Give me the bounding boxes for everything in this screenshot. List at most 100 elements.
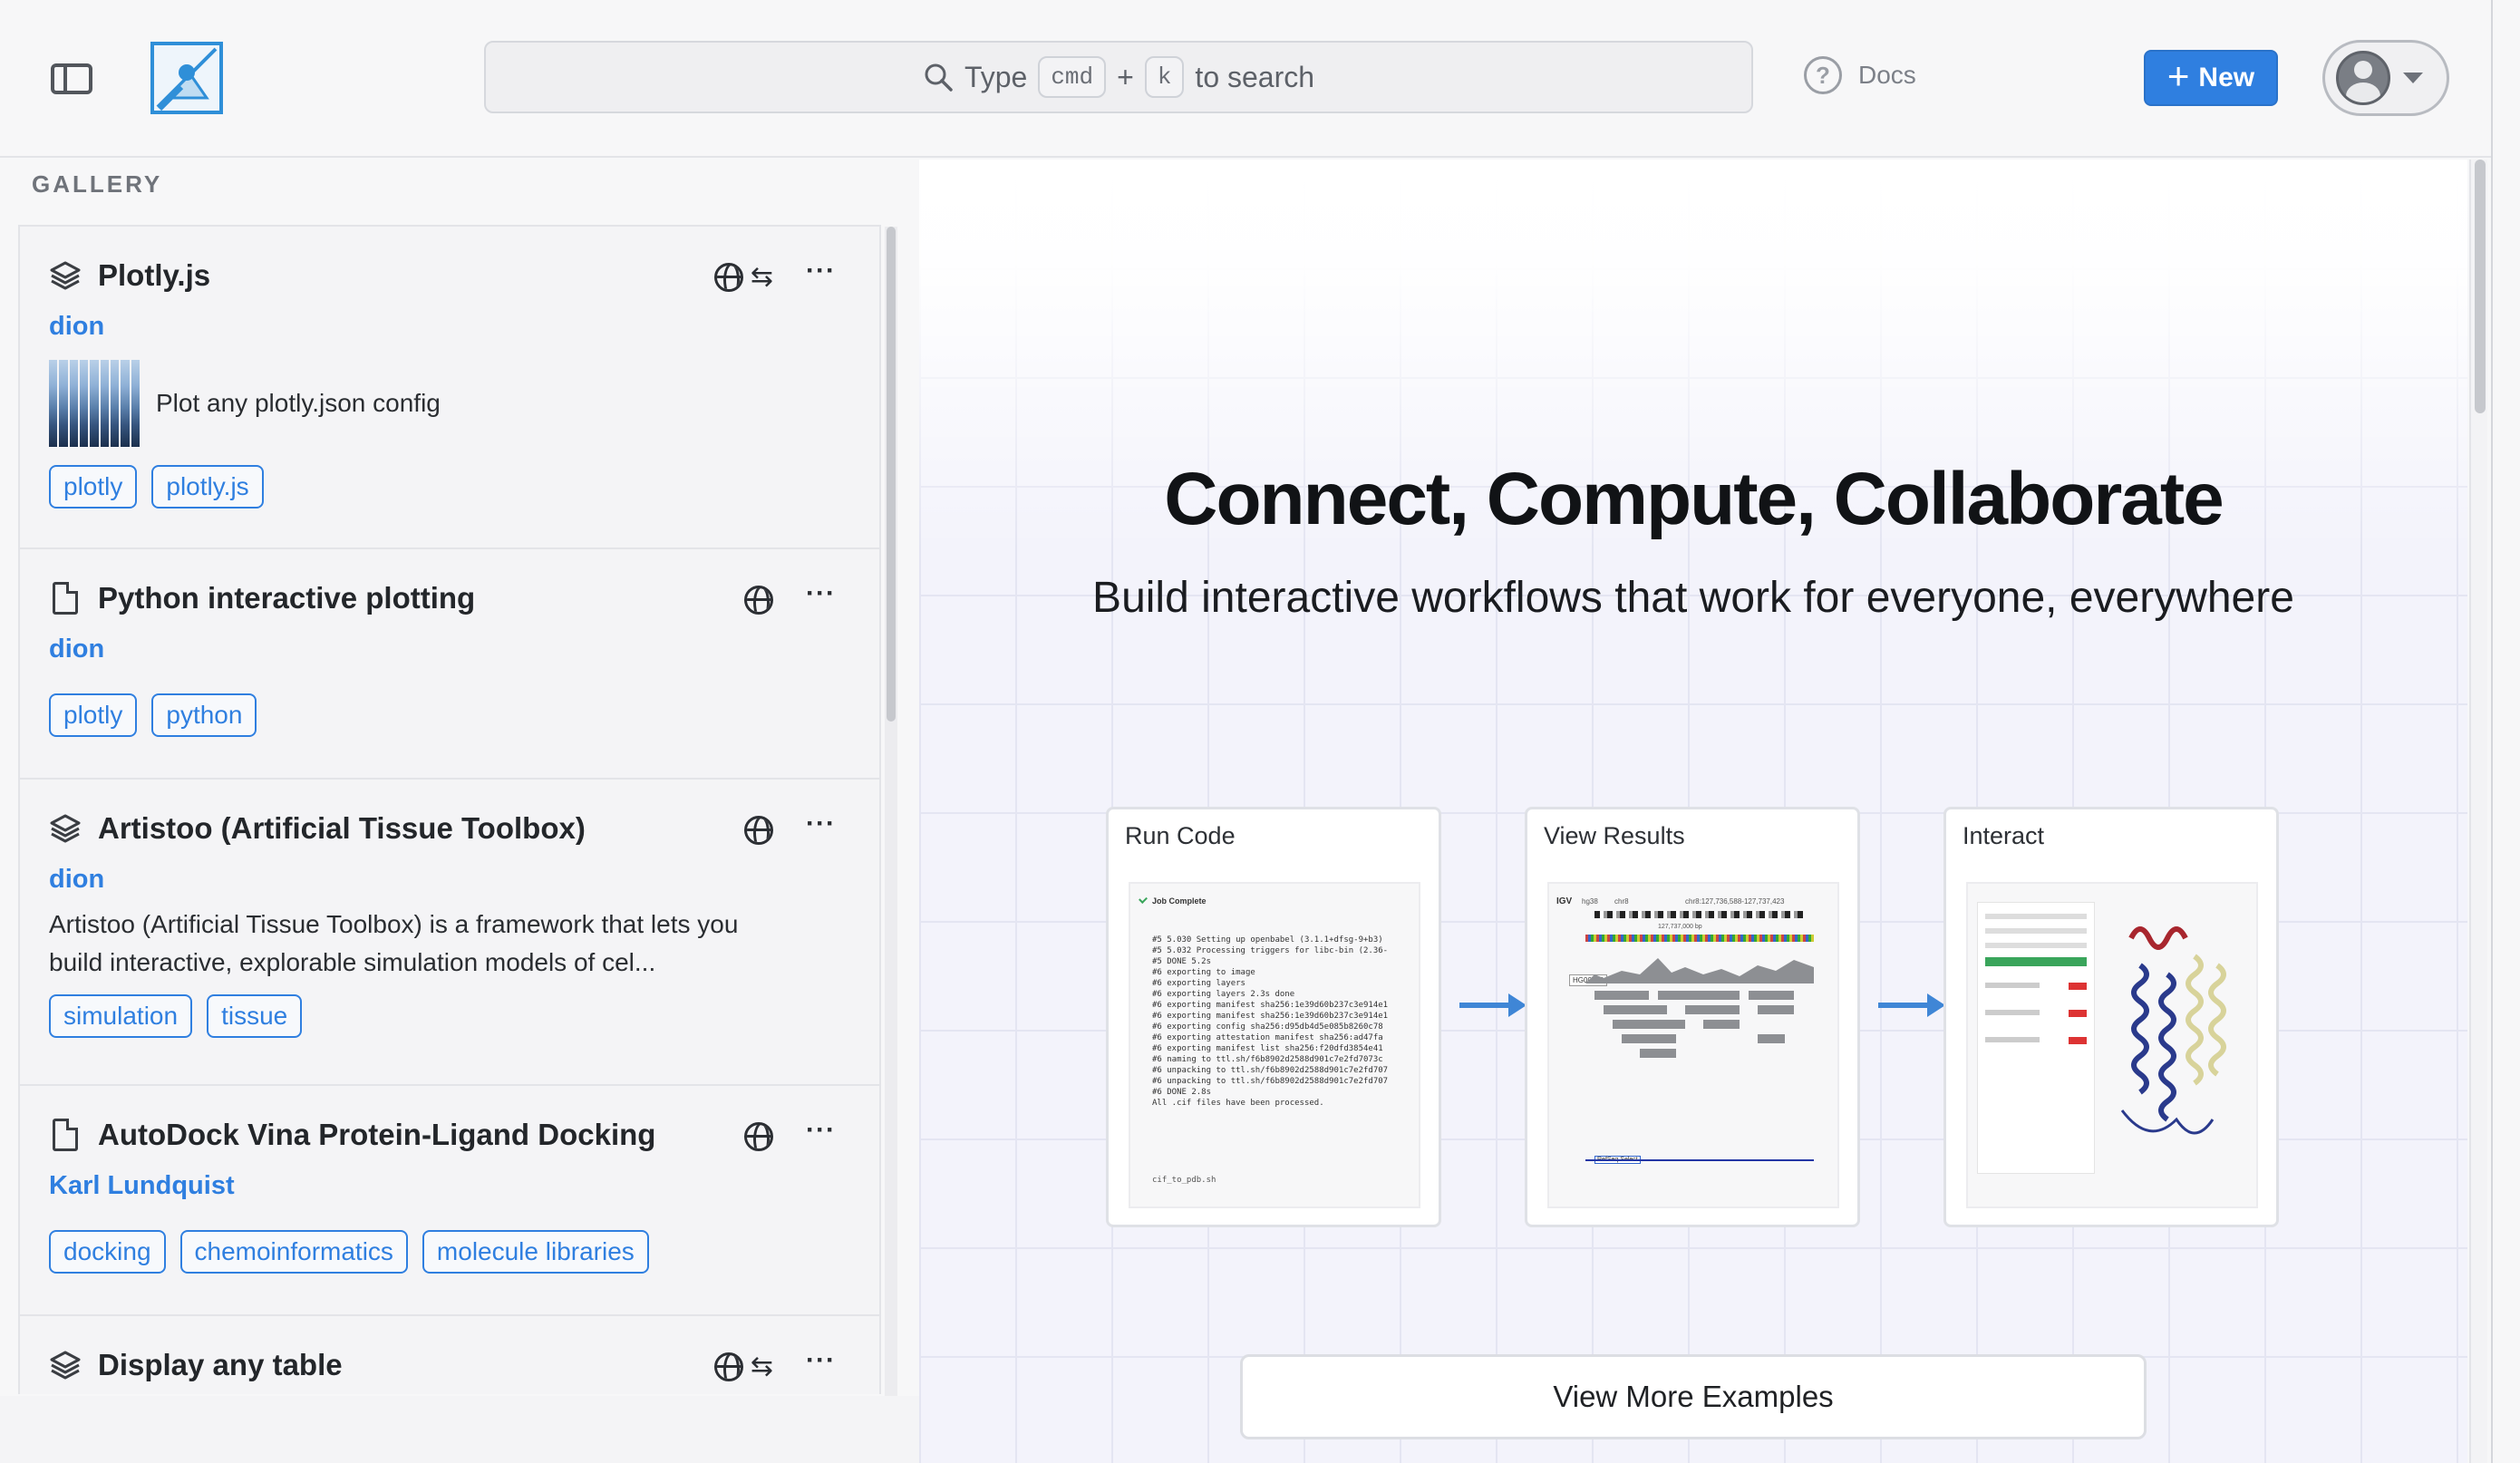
read-bar bbox=[1613, 1020, 1685, 1029]
more-options-icon[interactable]: ··· bbox=[806, 1115, 836, 1146]
account-menu-button[interactable] bbox=[2322, 40, 2449, 116]
avatar-icon bbox=[2336, 51, 2390, 105]
gallery-card-autodock[interactable]: AutoDock Vina Protein-Ligand Docking ···… bbox=[20, 1084, 879, 1314]
step-card-view-results[interactable]: View Results IGV hg38 chr8 chr8:127,736,… bbox=[1525, 807, 1860, 1227]
flow-arrow-icon bbox=[1878, 993, 1945, 1017]
step-card-interact[interactable]: Interact bbox=[1943, 807, 2279, 1227]
globe-icon[interactable] bbox=[744, 586, 774, 615]
gallery-card-artistoo[interactable]: Artistoo (Artificial Tissue Toolbox) ···… bbox=[20, 778, 879, 1084]
tag-chip[interactable]: docking bbox=[49, 1230, 166, 1274]
layers-icon bbox=[50, 814, 81, 843]
console-line: #6 exporting layers 2.3s done bbox=[1152, 990, 1295, 999]
main-scrollbar[interactable] bbox=[2469, 160, 2487, 1463]
card-author-link[interactable]: dion bbox=[49, 865, 850, 895]
read-bar bbox=[1758, 1034, 1785, 1043]
logo-mark-icon bbox=[156, 47, 218, 111]
interact-preview bbox=[1966, 882, 2258, 1208]
search-type-label: Type bbox=[964, 60, 1028, 93]
read-bar bbox=[1685, 1005, 1740, 1014]
more-options-icon[interactable]: ··· bbox=[806, 809, 836, 839]
plus-icon: + bbox=[2166, 54, 2190, 97]
new-button[interactable]: + New bbox=[2144, 50, 2278, 106]
read-bar bbox=[1622, 1034, 1676, 1043]
card-description: Artistoo (Artificial Tissue Toolbox) is … bbox=[49, 910, 739, 976]
gallery-card-plotlyjs[interactable]: Plotly.js ⇆ ··· dion Plot any plotly.jso… bbox=[20, 225, 879, 547]
globe-icon[interactable] bbox=[713, 263, 743, 292]
console-line: All .cif files have been processed. bbox=[1152, 1099, 1324, 1108]
read-bar bbox=[1758, 1005, 1794, 1014]
igv-chrom: chr8 bbox=[1614, 897, 1629, 906]
card-author-link[interactable]: dion bbox=[49, 635, 850, 664]
card-author-link[interactable]: dion bbox=[49, 312, 850, 342]
script-filename: cif_to_pdb.sh bbox=[1152, 1176, 1216, 1185]
search-icon bbox=[925, 63, 953, 92]
search-suffix-label: to search bbox=[1195, 60, 1315, 93]
protein-structure-image bbox=[2120, 926, 2226, 1135]
sidebar-scroll-thumb[interactable] bbox=[887, 227, 896, 722]
console-line: #6 unpacking to ttl.sh/f6b8902d2588d901c… bbox=[1152, 1077, 1389, 1086]
document-icon bbox=[53, 1119, 78, 1151]
tag-chip[interactable]: tissue bbox=[207, 994, 303, 1038]
console-line: #6 exporting attestation manifest sha256… bbox=[1152, 1033, 1383, 1042]
gallery-card-python-plotting[interactable]: Python interactive plotting ··· dion plo… bbox=[20, 547, 879, 778]
tag-chip[interactable]: plotly.js bbox=[151, 465, 264, 509]
tag-chip[interactable]: python bbox=[151, 693, 257, 737]
gallery-card-display-table[interactable]: Display any table ⇆ ··· bbox=[20, 1314, 879, 1394]
more-options-icon[interactable]: ··· bbox=[806, 1345, 836, 1376]
console-line: #6 exporting config sha256:d95db4d5e085b… bbox=[1152, 1022, 1383, 1032]
view-more-examples-button[interactable]: View More Examples bbox=[1240, 1354, 2147, 1439]
main-hero-area: Connect, Compute, Collaborate Build inte… bbox=[919, 160, 2467, 1463]
sequence-track bbox=[1585, 935, 1814, 942]
run-code-preview: Job Complete #5 5.030 Setting up openbab… bbox=[1129, 882, 1420, 1208]
console-line: #6 exporting manifest list sha256:f20dfd… bbox=[1152, 1044, 1383, 1053]
plotly-thumbnail bbox=[49, 360, 140, 447]
app-logo[interactable] bbox=[150, 42, 223, 114]
docs-label: Docs bbox=[1858, 61, 1916, 89]
step-card-run-code[interactable]: Run Code Job Complete #5 5.030 Setting u… bbox=[1106, 807, 1441, 1227]
console-line: #6 exporting layers bbox=[1152, 979, 1245, 988]
document-icon bbox=[53, 582, 78, 615]
card-title: Artistoo (Artificial Tissue Toolbox) bbox=[98, 811, 586, 845]
more-options-icon[interactable]: ··· bbox=[806, 578, 836, 609]
more-options-icon[interactable]: ··· bbox=[806, 256, 836, 286]
card-title: AutoDock Vina Protein-Ligand Docking bbox=[98, 1118, 656, 1151]
gallery-list: Plotly.js ⇆ ··· dion Plot any plotly.jso… bbox=[18, 225, 881, 1394]
globe-icon[interactable] bbox=[744, 816, 774, 845]
hero-title: Connect, Compute, Collaborate bbox=[1164, 458, 2224, 540]
console-line: #5 5.030 Setting up openbabel (3.1.1+dfs… bbox=[1152, 935, 1383, 945]
igv-locus: chr8:127,736,588-127,737,423 bbox=[1685, 897, 1785, 906]
share-arrows-icon[interactable]: ⇆ bbox=[751, 1353, 773, 1381]
console-output: #5 5.030 Setting up openbabel (3.1.1+dfs… bbox=[1152, 935, 1388, 1109]
tag-chip[interactable]: plotly bbox=[49, 693, 138, 737]
card-title: Display any table bbox=[98, 1348, 343, 1381]
layers-icon bbox=[50, 1351, 81, 1380]
igv-ruler: 127,737,000 bp bbox=[1658, 924, 1702, 930]
sidebar-toggle-icon[interactable] bbox=[51, 63, 92, 94]
gallery-section-label: GALLERY bbox=[32, 170, 163, 198]
chromosome-ideogram bbox=[1594, 911, 1803, 918]
tag-chip[interactable]: simulation bbox=[49, 994, 193, 1038]
read-bar bbox=[1640, 1049, 1676, 1058]
chevron-down-icon bbox=[2403, 73, 2423, 83]
sidebar-scrollbar[interactable] bbox=[885, 227, 897, 1396]
tag-chip[interactable]: plotly bbox=[49, 465, 138, 509]
window-edge bbox=[2491, 0, 2520, 1463]
tag-chip[interactable]: molecule libraries bbox=[422, 1230, 649, 1274]
console-line: #6 exporting to image bbox=[1152, 968, 1255, 977]
tag-chip[interactable]: chemoinformatics bbox=[179, 1230, 408, 1274]
check-icon bbox=[1139, 895, 1148, 904]
main-scroll-thumb[interactable] bbox=[2475, 160, 2486, 413]
igv-genome: hg38 bbox=[1582, 897, 1598, 906]
console-line: #5 5.032 Processing triggers for libc-bi… bbox=[1152, 946, 1389, 955]
view-results-preview: IGV hg38 chr8 chr8:127,736,588-127,737,4… bbox=[1547, 882, 1839, 1208]
globe-icon[interactable] bbox=[744, 1122, 774, 1151]
share-arrows-icon[interactable]: ⇆ bbox=[751, 264, 773, 291]
docs-link[interactable]: ? Docs bbox=[1804, 56, 1916, 94]
sidebar-footer-area bbox=[0, 1396, 919, 1463]
new-button-label: New bbox=[2198, 63, 2255, 92]
search-bar[interactable]: Type cmd + k to search bbox=[484, 41, 1753, 113]
coverage-track bbox=[1585, 958, 1814, 983]
console-line: #6 exporting manifest sha256:1e39d60b237… bbox=[1152, 1012, 1389, 1021]
card-author-link[interactable]: Karl Lundquist bbox=[49, 1171, 850, 1201]
globe-icon[interactable] bbox=[713, 1352, 743, 1381]
